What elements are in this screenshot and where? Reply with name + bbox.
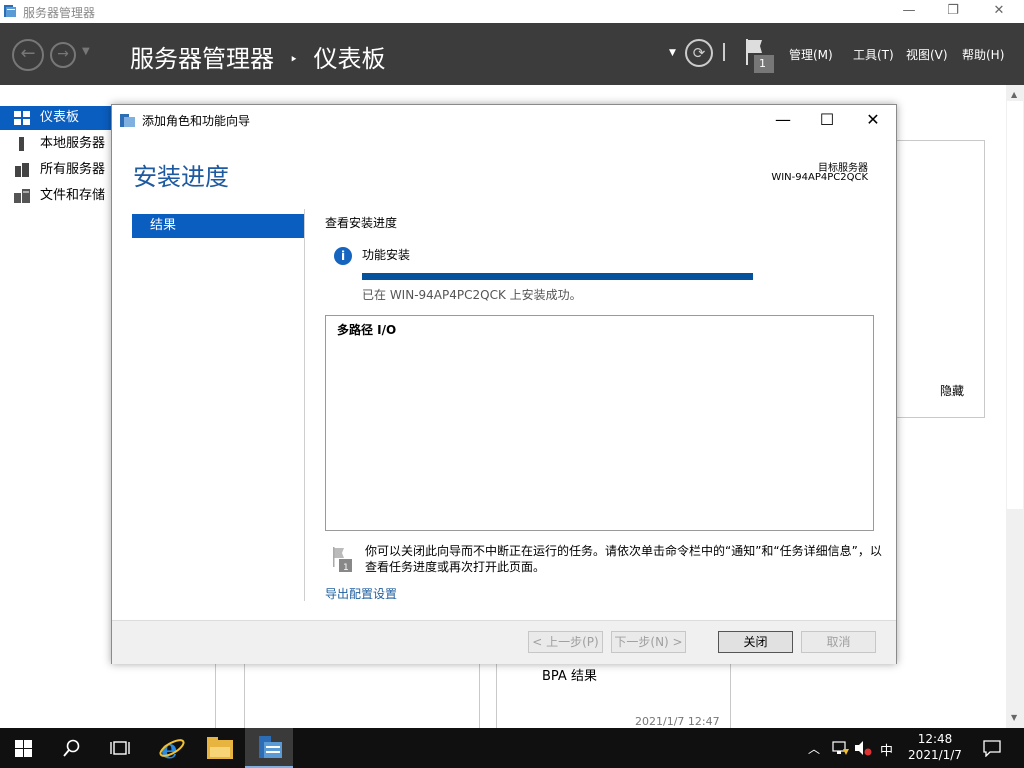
search-icon[interactable] <box>63 739 81 757</box>
help-note: 你可以关闭此向导而不中断正在运行的任务。请依次单击命令栏中的“通知”和“任务详细… <box>365 544 882 574</box>
dialog-close-icon[interactable]: ✕ <box>850 105 896 135</box>
file-explorer-icon[interactable] <box>207 737 233 759</box>
wizard-step-results[interactable]: 结果 <box>132 214 304 238</box>
minimize-button[interactable]: — <box>886 0 932 23</box>
dashboard-tile <box>244 664 480 728</box>
page-title: 安装进度 <box>133 163 229 191</box>
hide-link[interactable]: 隐藏 <box>940 382 964 399</box>
welcome-panel <box>896 140 985 418</box>
scroll-thumb[interactable] <box>1007 101 1023 509</box>
back-arrow-icon[interactable]: ← <box>12 39 44 71</box>
breadcrumb-app: 服务器管理器 <box>130 45 274 73</box>
panel-divider <box>215 664 216 728</box>
server-manager-taskbar-button[interactable] <box>245 728 293 768</box>
next-button[interactable]: 下一步(N) > <box>611 631 686 653</box>
network-icon[interactable] <box>832 740 850 756</box>
dashboard-icon <box>14 111 30 125</box>
refresh-icon[interactable]: ⟳ <box>685 39 713 67</box>
scroll-up-icon[interactable]: ▲ <box>1011 90 1017 99</box>
progress-bar <box>362 273 753 280</box>
taskbar: e ︿ 中 12:48 2021/1/7 <box>0 728 1024 768</box>
clock-date: 2021/1/7 <box>908 748 962 762</box>
server-manager-app-icon <box>4 5 16 17</box>
notification-count: 1 <box>759 57 766 70</box>
server-icon <box>19 137 24 151</box>
sidebar-item-local-server[interactable]: 本地服务器 <box>0 132 112 156</box>
scroll-down-icon[interactable]: ▼ <box>1011 713 1017 722</box>
breadcrumb-page: 仪表板 <box>313 45 386 73</box>
list-item: 多路径 I/O <box>337 323 397 337</box>
sidebar-item-label: 仪表板 <box>40 110 80 125</box>
title-bar: 服务器管理器 — ❐ ✕ <box>0 0 1024 23</box>
breadcrumb-separator-icon: ‣ <box>289 52 298 68</box>
volume-muted-icon[interactable] <box>854 740 872 756</box>
menu-help[interactable]: 帮助(H) <box>962 46 1004 63</box>
sidebar-item-all-servers[interactable]: 所有服务器 <box>0 158 112 182</box>
info-icon: i <box>334 247 352 265</box>
header-bar: ← → ▼ 服务器管理器 ‣ 仪表板 ▼ ⟳ 1 管理(M) 工具(T) 视图(… <box>0 23 1024 85</box>
dialog-footer: < 上一步(P) 下一步(N) > 关闭 取消 <box>112 620 896 664</box>
dialog-title: 添加角色和功能向导 <box>142 114 251 128</box>
menu-tools[interactable]: 工具(T) <box>853 46 894 63</box>
sidebar-item-label: 本地服务器 <box>40 136 106 151</box>
subheading: 查看安装进度 <box>325 216 398 230</box>
sidebar-item-dashboard[interactable]: 仪表板 <box>0 106 112 130</box>
wizard-icon <box>120 114 135 127</box>
vertical-scrollbar[interactable]: ▲ ▼ <box>1006 85 1024 728</box>
menu-manage[interactable]: 管理(M) <box>789 46 833 63</box>
add-roles-wizard-dialog: 添加角色和功能向导 — ☐ ✕ 安装进度 目标服务器 WIN-94AP4PC2Q… <box>111 104 897 664</box>
menu-view[interactable]: 视图(V) <box>906 46 948 63</box>
export-settings-link[interactable]: 导出配置设置 <box>325 585 397 602</box>
cancel-button[interactable]: 取消 <box>801 631 876 653</box>
progress-fill <box>362 273 753 280</box>
refresh-dropdown-icon[interactable]: ▼ <box>669 48 676 58</box>
server-manager-icon <box>259 736 282 758</box>
internet-explorer-icon[interactable]: e <box>158 734 186 762</box>
windows-start-icon[interactable] <box>15 740 32 757</box>
notification-flag-icon: 1 <box>333 547 352 572</box>
feature-install-title: 功能安装 <box>362 248 411 262</box>
previous-button[interactable]: < 上一步(P) <box>528 631 603 653</box>
dialog-minimize-button[interactable]: — <box>760 105 806 135</box>
sidebar-item-label: 文件和存储 <box>40 188 106 203</box>
history-dropdown-icon[interactable]: ▼ <box>82 46 90 57</box>
servers-icon <box>15 163 29 177</box>
close-button[interactable]: 关闭 <box>718 631 793 653</box>
tile-timestamp: 2021/1/7 12:47 <box>635 715 720 728</box>
show-hidden-icons-icon[interactable]: ︿ <box>808 740 820 757</box>
toolbar-divider <box>723 43 725 61</box>
forward-arrow-icon[interactable]: → <box>50 42 76 68</box>
window-title: 服务器管理器 <box>23 6 96 20</box>
target-server-value: WIN-94AP4PC2QCK <box>771 172 868 183</box>
action-center-icon[interactable] <box>983 740 1001 757</box>
dialog-maximize-button[interactable]: ☐ <box>804 105 850 135</box>
task-view-icon[interactable] <box>110 739 130 757</box>
restore-button[interactable]: ❐ <box>930 0 976 23</box>
close-window-button[interactable]: ✕ <box>976 0 1022 23</box>
sidebar-item-file-storage[interactable]: 文件和存储 <box>0 184 112 208</box>
clock[interactable]: 12:48 2021/1/7 <box>905 731 965 763</box>
step-divider <box>304 209 305 601</box>
clock-time: 12:48 <box>917 732 953 746</box>
ime-indicator[interactable]: 中 <box>880 740 893 759</box>
sidebar: 仪表板 本地服务器 所有服务器 文件和存储 <box>0 106 112 266</box>
storage-icon <box>14 189 30 203</box>
breadcrumb: 服务器管理器 ‣ 仪表板 <box>130 39 386 74</box>
svg-text:1: 1 <box>343 563 349 572</box>
bpa-results-label[interactable]: BPA 结果 <box>542 665 597 684</box>
installed-features-list[interactable]: 多路径 I/O <box>325 315 874 531</box>
sidebar-item-label: 所有服务器 <box>40 162 106 177</box>
install-status: 已在 WIN-94AP4PC2QCK 上安装成功。 <box>362 288 582 302</box>
